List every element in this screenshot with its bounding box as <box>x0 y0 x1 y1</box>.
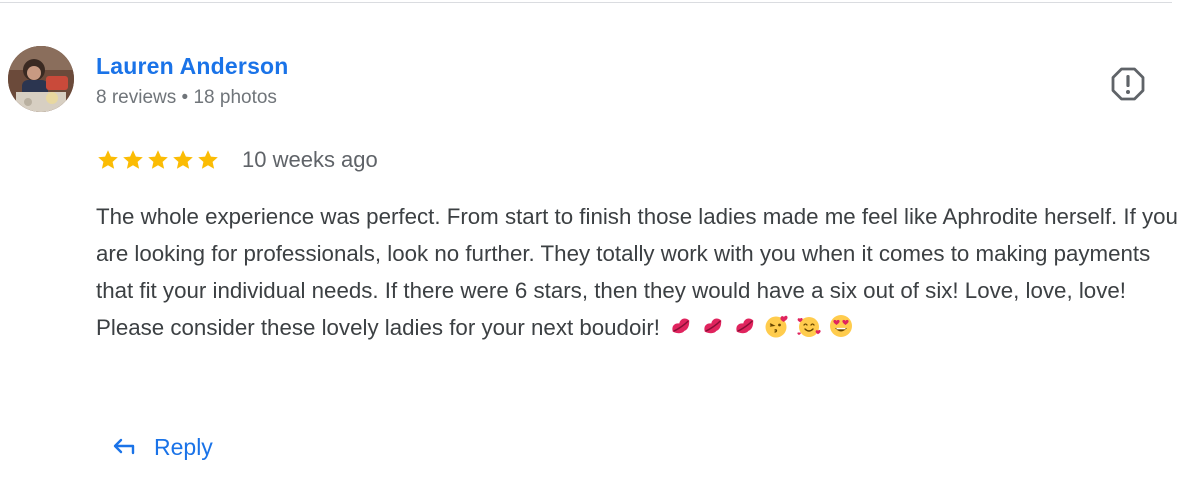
flag-report-button[interactable] <box>1108 64 1148 104</box>
reviewer-meta[interactable]: 8 reviews • 18 photos <box>96 87 277 109</box>
star-icon <box>198 150 218 169</box>
reviewer-name[interactable]: Lauren Anderson <box>96 53 289 80</box>
star-icon <box>148 150 168 169</box>
avatar-photo <box>8 46 74 112</box>
star-icon <box>123 150 143 169</box>
review-date: 10 weeks ago <box>242 147 378 172</box>
avatar[interactable] <box>8 46 74 112</box>
star-icon <box>98 150 118 169</box>
face-blowing-kiss-emoji <box>765 315 788 338</box>
star-rating <box>96 148 220 172</box>
flag-report-icon <box>1111 67 1145 101</box>
top-divider <box>0 2 1172 3</box>
star-icon <box>173 150 193 169</box>
kiss-mark-emoji <box>672 318 690 334</box>
reply-button[interactable]: Reply <box>112 430 213 464</box>
kiss-mark-emoji <box>704 318 722 334</box>
review-body: The whole experience was perfect. From s… <box>96 204 1178 340</box>
heart-eyes-emoji <box>830 315 853 337</box>
kiss-mark-emoji <box>736 318 754 334</box>
review-text: The whole experience was perfect. From s… <box>96 198 1186 346</box>
rating-row: 10 weeks ago <box>96 144 378 176</box>
smiling-face-with-hearts-emoji <box>797 317 821 337</box>
emoji-row <box>668 313 854 339</box>
reply-label: Reply <box>154 433 213 460</box>
reply-arrow-icon <box>113 438 135 455</box>
